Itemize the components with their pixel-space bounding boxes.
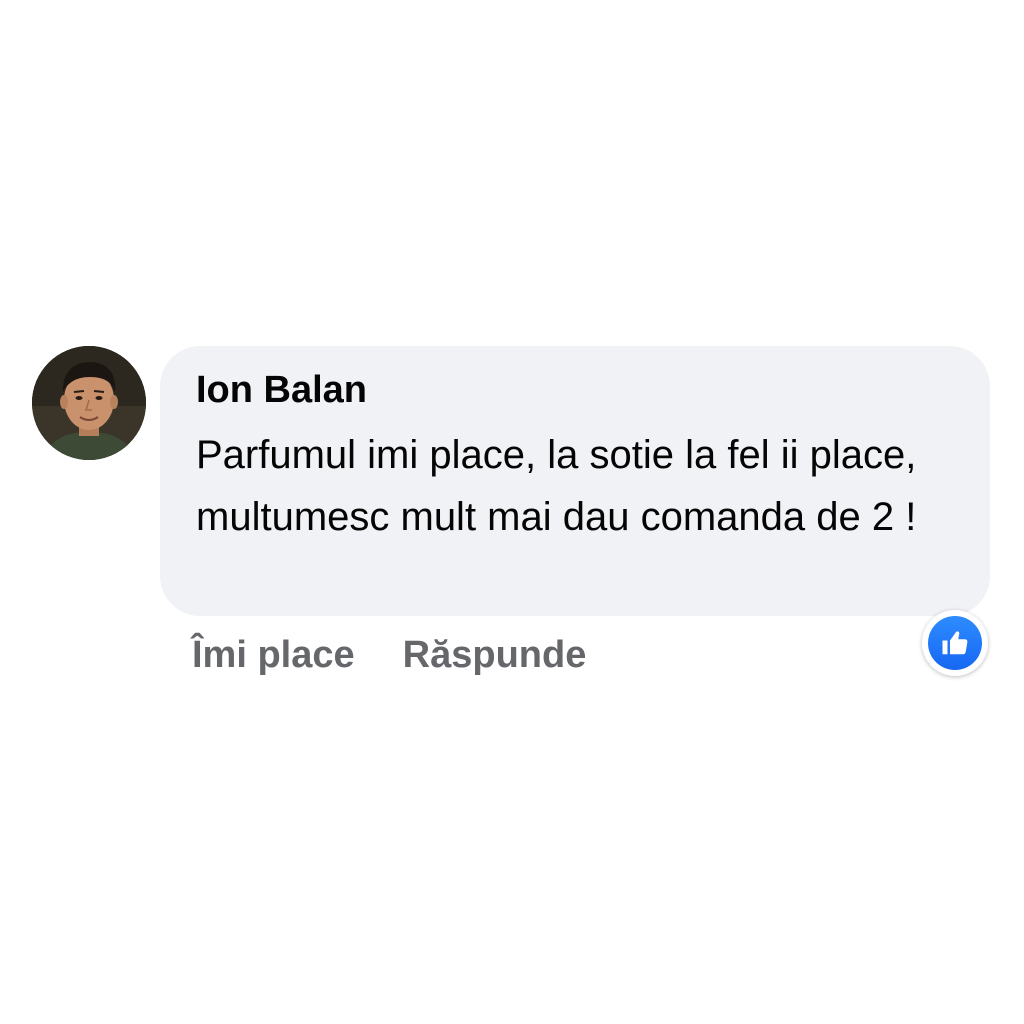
comment-author-name[interactable]: Ion Balan (196, 368, 954, 412)
comment-bubble: Ion Balan Parfumul imi place, la sotie l… (160, 346, 990, 616)
thumbs-up-icon (928, 616, 982, 670)
reply-button[interactable]: Răspunde (403, 628, 587, 682)
avatar-photo (32, 346, 146, 460)
comment-actions: Îmi place Răspunde (192, 628, 586, 682)
comment-text: Parfumul imi place, la sotie la fel ii p… (196, 433, 917, 539)
avatar[interactable] (32, 346, 146, 460)
reaction-badge[interactable] (922, 610, 988, 676)
like-button[interactable]: Îmi place (192, 628, 355, 682)
